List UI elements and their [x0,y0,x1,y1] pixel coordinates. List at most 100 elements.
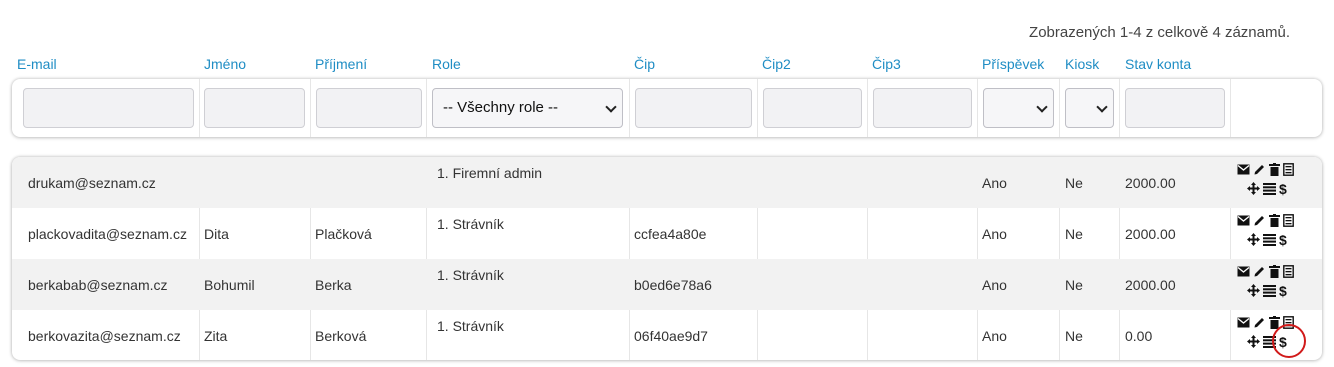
column-divider [629,79,630,137]
dollar-icon[interactable]: $ [1279,233,1287,247]
row-actions-bottom: $ [1247,233,1287,247]
envelope-icon[interactable] [1237,266,1250,277]
document-icon[interactable] [1283,265,1294,278]
move-icon[interactable] [1247,182,1260,195]
column-divider [757,79,758,137]
cell-jmeno: Bohumil [204,277,255,293]
cell-prispevek: Ano [982,226,1007,242]
records-summary: Zobrazených 1-4 z celkově 4 záznamů. [1029,24,1290,41]
cip-filter-input[interactable] [635,88,752,128]
row-actions-top [1237,163,1294,176]
header-cip[interactable]: Čip [634,56,655,72]
cell-kiosk: Ne [1065,175,1083,191]
cell-stav-konta: 0.00 [1125,328,1153,344]
stav-konta-filter-input[interactable] [1125,88,1225,128]
cell-email: berkovazita@seznam.cz [28,328,181,344]
kiosk-filter-select[interactable] [1065,88,1114,128]
envelope-icon[interactable] [1237,164,1250,175]
dollar-icon[interactable]: $ [1279,284,1287,298]
column-divider [426,79,427,137]
trash-icon[interactable] [1269,265,1280,278]
header-role[interactable]: Role [432,56,461,72]
cip2-filter-input[interactable] [763,88,862,128]
header-prispevek[interactable]: Příspěvek [982,56,1044,72]
column-divider [199,79,200,137]
pencil-icon[interactable] [1253,163,1266,176]
table-row: berkabab@seznam.cz Bohumil Berka 1. Strá… [12,259,1322,310]
list-icon[interactable] [1263,182,1276,195]
users-table: drukam@seznam.cz 1. Firemní admin Ano Ne… [12,157,1322,360]
envelope-icon[interactable] [1237,317,1250,328]
header-cip3[interactable]: Čip3 [872,56,901,72]
header-cip2[interactable]: Čip2 [762,56,791,72]
column-divider [1230,79,1231,137]
table-row: drukam@seznam.cz 1. Firemní admin Ano Ne… [12,157,1322,208]
cell-prispevek: Ano [982,328,1007,344]
cell-jmeno: Zita [204,328,228,344]
cell-email: plackovadita@seznam.cz [28,226,187,242]
highlight-circle [1272,324,1306,358]
cell-kiosk: Ne [1065,226,1083,242]
cell-cip: ccfea4a80e [634,226,707,242]
role-filter-value: -- Všechny role -- [443,99,559,116]
header-email[interactable]: E-mail [17,56,57,72]
move-icon[interactable] [1247,233,1260,246]
jmeno-filter-input[interactable] [204,88,305,128]
cell-jmeno: Dita [204,226,229,242]
cell-prijmeni: Berka [315,277,352,293]
header-jmeno[interactable]: Jméno [204,56,246,72]
cell-prispevek: Ano [982,175,1007,191]
header-stav-konta[interactable]: Stav konta [1125,56,1191,72]
cell-role: 1. Strávník [437,318,504,334]
cell-cip: b0ed6e78a6 [634,277,712,293]
cell-prispevek: Ano [982,277,1007,293]
cell-kiosk: Ne [1065,328,1083,344]
row-actions-top [1237,265,1294,278]
move-icon[interactable] [1247,284,1260,297]
pencil-icon[interactable] [1253,316,1266,329]
cell-prijmeni: Berková [315,328,367,344]
row-actions-bottom: $ [1247,182,1287,196]
cell-stav-konta: 2000.00 [1125,277,1176,293]
prijmeni-filter-input[interactable] [316,88,422,128]
filter-row: -- Všechny role -- [12,79,1322,137]
cell-cip: 06f40ae9d7 [634,328,708,344]
chevron-down-icon [1036,101,1048,113]
list-icon[interactable] [1263,284,1276,297]
chevron-down-icon [1096,101,1108,113]
header-kiosk[interactable]: Kiosk [1065,56,1099,72]
list-icon[interactable] [1263,233,1276,246]
role-filter-select[interactable]: -- Všechny role -- [432,88,623,128]
column-divider [977,79,978,137]
pencil-icon[interactable] [1253,214,1266,227]
table-row: plackovadita@seznam.cz Dita Plačková 1. … [12,208,1322,259]
email-filter-input[interactable] [23,88,194,128]
cell-kiosk: Ne [1065,277,1083,293]
cell-email: berkabab@seznam.cz [28,277,168,293]
trash-icon[interactable] [1269,214,1280,227]
envelope-icon[interactable] [1237,215,1250,226]
document-icon[interactable] [1283,163,1294,176]
cell-stav-konta: 2000.00 [1125,175,1176,191]
cell-role: 1. Strávník [437,216,504,232]
trash-icon[interactable] [1269,163,1280,176]
prispevek-filter-select[interactable] [983,88,1054,128]
column-headers: E-mail Jméno Příjmení Role Čip Čip2 Čip3… [0,56,1334,74]
cell-email: drukam@seznam.cz [28,175,156,191]
document-icon[interactable] [1283,214,1294,227]
cell-role: 1. Strávník [437,267,504,283]
chevron-down-icon [605,101,617,113]
dollar-icon[interactable]: $ [1279,182,1287,196]
table-row: berkovazita@seznam.cz Zita Berková 1. St… [12,310,1322,360]
header-prijmeni[interactable]: Příjmení [315,56,367,72]
move-icon[interactable] [1247,335,1260,348]
column-divider [310,79,311,137]
cell-role: 1. Firemní admin [437,165,543,181]
row-actions-top [1237,214,1294,227]
row-actions-bottom: $ [1247,284,1287,298]
pencil-icon[interactable] [1253,265,1266,278]
column-divider [867,79,868,137]
cell-prijmeni: Plačková [315,226,372,242]
cip3-filter-input[interactable] [873,88,972,128]
column-divider [1119,79,1120,137]
